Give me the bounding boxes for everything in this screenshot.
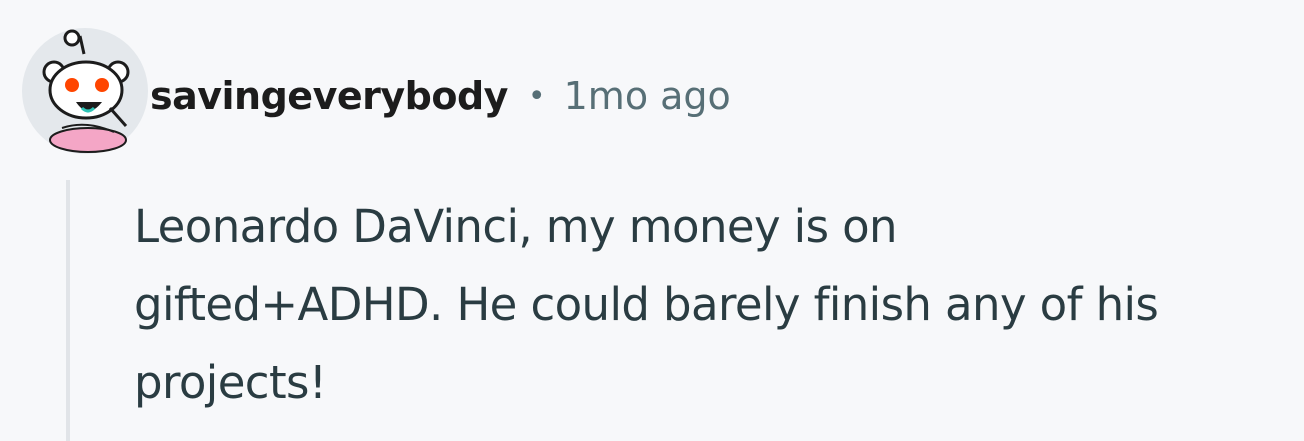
comment-body-line: projects! <box>134 356 327 409</box>
comment-body-line: Leonardo DaVinci, my money is on <box>134 200 898 253</box>
meta-separator: • <box>527 78 546 114</box>
comment-body: Leonardo DaVinci, my money is on gifted+… <box>134 188 1294 422</box>
comment-header: savingeverybody • 1mo ago <box>150 66 731 126</box>
username-link[interactable]: savingeverybody <box>150 74 508 118</box>
comment-body-line: gifted+ADHD. He could barely finish any … <box>134 278 1159 331</box>
user-avatar[interactable] <box>22 28 148 154</box>
comment-timestamp[interactable]: 1mo ago <box>564 74 731 118</box>
thread-line[interactable] <box>66 180 70 441</box>
snoo-avatar-icon <box>22 28 148 154</box>
comment: savingeverybody • 1mo ago Leonardo DaVin… <box>0 0 1304 441</box>
